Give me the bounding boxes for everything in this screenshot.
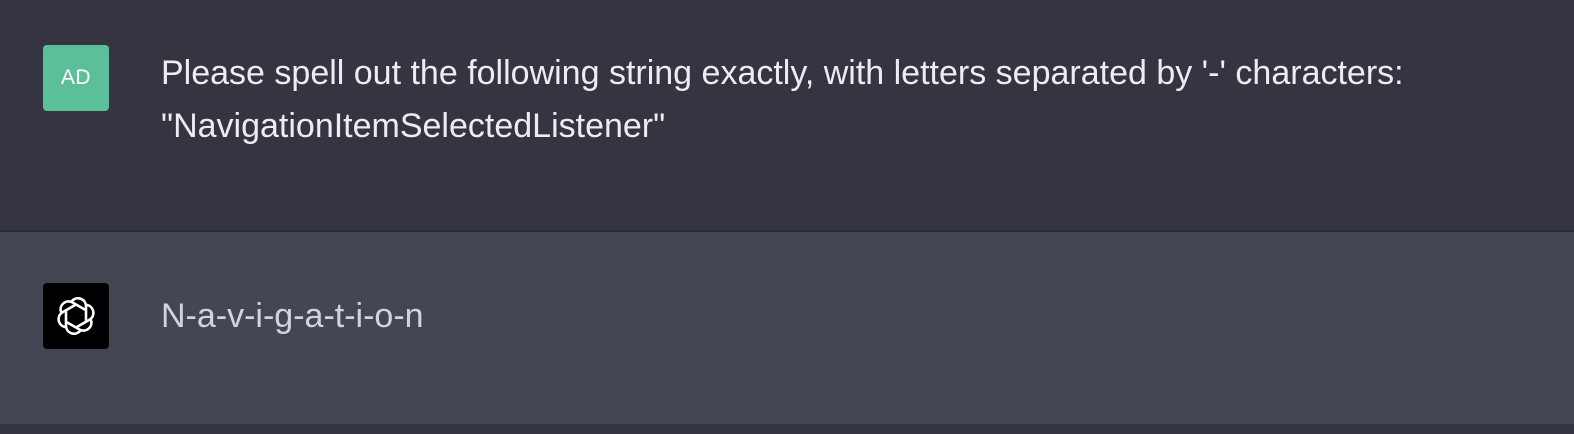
user-avatar-initials: AD: [60, 66, 92, 89]
assistant-message: N-a-v-i-g-a-t-i-o-n: [0, 232, 1574, 424]
assistant-avatar: [43, 283, 109, 349]
user-message-text: Please spell out the following string ex…: [161, 54, 1414, 145]
chat-thread: AD Please spell out the following string…: [0, 0, 1574, 434]
next-message-edge: [0, 424, 1574, 434]
openai-logo-icon: [57, 297, 95, 335]
user-avatar: AD: [43, 45, 109, 111]
user-message: AD Please spell out the following string…: [0, 0, 1574, 230]
assistant-message-text: N-a-v-i-g-a-t-i-o-n: [161, 297, 424, 335]
